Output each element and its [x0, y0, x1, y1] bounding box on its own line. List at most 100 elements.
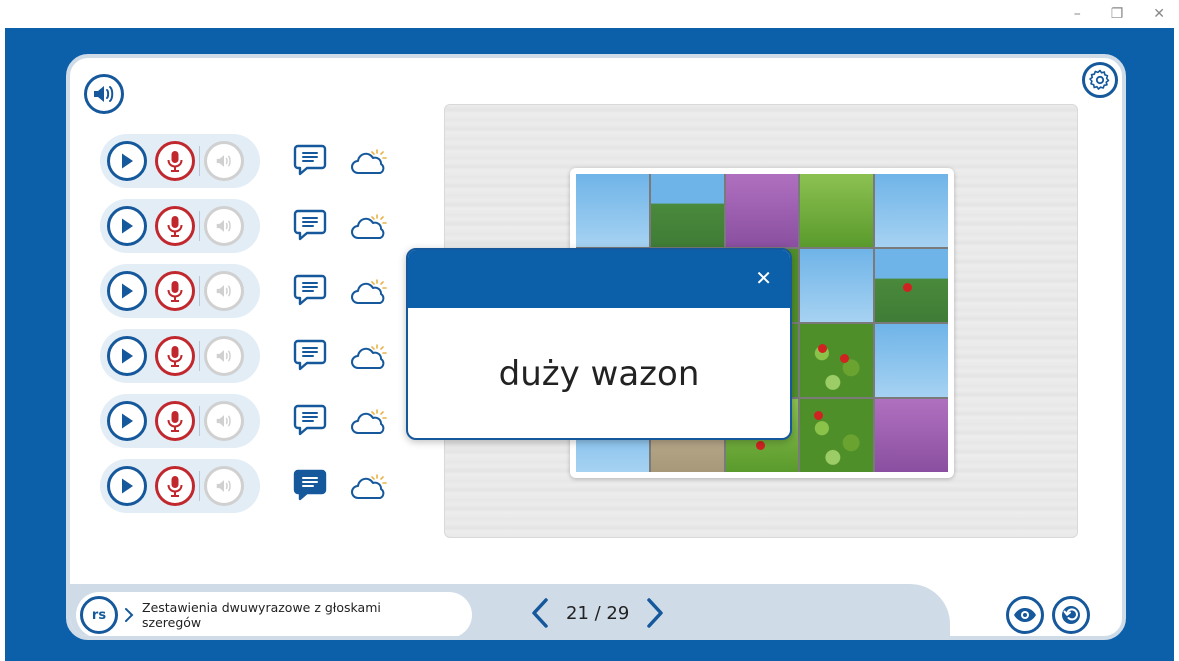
- play-button[interactable]: [107, 466, 147, 506]
- restore-button[interactable]: ❐: [1111, 6, 1124, 22]
- divider: [199, 471, 200, 501]
- show-text-button[interactable]: [290, 140, 330, 180]
- record-button[interactable]: [155, 271, 195, 311]
- hint-button[interactable]: [350, 142, 390, 182]
- apple: [903, 283, 913, 292]
- divider: [199, 276, 200, 306]
- playback-button[interactable]: [204, 466, 244, 506]
- hint-button[interactable]: [350, 467, 390, 507]
- cloud-sun-icon: [351, 149, 387, 174]
- window-controls: – ❐ ✕: [1074, 0, 1179, 28]
- exercise-rows: [100, 134, 440, 524]
- settings-button[interactable]: [1082, 62, 1118, 98]
- puzzle-tile[interactable]: [800, 324, 874, 397]
- audio-controls: [100, 264, 260, 318]
- preview-button[interactable]: [1006, 596, 1044, 634]
- show-text-button-active[interactable]: [290, 465, 330, 505]
- cloud-sun-icon: [351, 214, 387, 239]
- audio-controls: [100, 459, 260, 513]
- bottom-bar: rs Zestawienia dwuwyrazowe z głoskami sz…: [70, 584, 1122, 636]
- dialog-word: duży wazon: [498, 354, 700, 394]
- puzzle-tile[interactable]: [576, 174, 649, 247]
- microphone-icon: [167, 216, 183, 237]
- close-window-button[interactable]: ✕: [1153, 6, 1165, 22]
- show-text-button[interactable]: [290, 335, 330, 375]
- puzzle-tile[interactable]: [875, 399, 948, 472]
- divider: [199, 211, 200, 241]
- record-button[interactable]: [155, 401, 195, 441]
- topic-title: Zestawienia dwuwyrazowe z głoskami szere…: [142, 600, 381, 630]
- playback-button[interactable]: [204, 271, 244, 311]
- puzzle-tile[interactable]: [650, 174, 724, 247]
- speech-bubble-icon: [293, 404, 327, 436]
- chevron-right-icon: [125, 608, 134, 622]
- puzzle-tile[interactable]: [800, 399, 874, 472]
- microphone-icon: [167, 281, 183, 302]
- puzzle-tile[interactable]: [875, 324, 948, 397]
- minimize-button[interactable]: –: [1074, 6, 1081, 22]
- topic-selector[interactable]: rs Zestawienia dwuwyrazowe z głoskami sz…: [76, 592, 472, 636]
- speaker-icon: [216, 285, 231, 297]
- puzzle-tile[interactable]: [800, 249, 874, 322]
- play-button[interactable]: [107, 141, 147, 181]
- exercise-row: [100, 264, 440, 318]
- audio-controls: [100, 394, 260, 448]
- main-card: ✕ duży wazon rs Zestawienia dwuwyrazowe …: [66, 54, 1126, 640]
- hint-button[interactable]: [350, 402, 390, 442]
- record-button[interactable]: [155, 206, 195, 246]
- puzzle-tile[interactable]: [875, 174, 948, 247]
- microphone-icon: [167, 411, 183, 432]
- play-button[interactable]: [107, 206, 147, 246]
- cloud-sun-icon: [351, 409, 387, 434]
- hint-button[interactable]: [350, 272, 390, 312]
- record-button[interactable]: [155, 336, 195, 376]
- playback-button[interactable]: [204, 401, 244, 441]
- close-icon[interactable]: ✕: [755, 266, 772, 290]
- exercise-row: [100, 199, 440, 253]
- show-text-button[interactable]: [290, 270, 330, 310]
- page-indicator: 21 / 29: [566, 602, 630, 624]
- microphone-icon: [167, 476, 183, 497]
- puzzle-tile[interactable]: [725, 174, 799, 247]
- puzzle-tile[interactable]: [875, 249, 948, 322]
- speech-bubble-icon: [293, 144, 327, 176]
- speaker-icon: [216, 220, 231, 232]
- play-button[interactable]: [107, 336, 147, 376]
- show-text-button[interactable]: [290, 400, 330, 440]
- microphone-icon: [167, 151, 183, 172]
- reset-button[interactable]: [1052, 596, 1090, 634]
- speech-bubble-icon: [293, 339, 327, 371]
- eye-icon: [1014, 608, 1036, 622]
- hint-button[interactable]: [350, 337, 390, 377]
- speaker-icon: [94, 86, 114, 102]
- record-button[interactable]: [155, 466, 195, 506]
- play-button[interactable]: [107, 271, 147, 311]
- speech-bubble-icon: [293, 274, 327, 306]
- show-text-button[interactable]: [290, 205, 330, 245]
- previous-page-button[interactable]: [526, 594, 554, 632]
- undo-icon: [1062, 606, 1080, 624]
- playback-button[interactable]: [204, 336, 244, 376]
- play-button[interactable]: [107, 401, 147, 441]
- cloud-sun-icon: [351, 344, 387, 369]
- play-icon: [122, 153, 133, 169]
- play-icon: [122, 413, 133, 429]
- playback-button[interactable]: [204, 206, 244, 246]
- audio-controls: [100, 134, 260, 188]
- exercise-row: [100, 134, 440, 188]
- cloud-sun-icon: [351, 474, 387, 499]
- audio-controls: [100, 199, 260, 253]
- playback-button[interactable]: [204, 141, 244, 181]
- dialog-header: ✕: [408, 250, 790, 308]
- pagination: 21 / 29: [526, 594, 669, 632]
- apple: [755, 441, 765, 450]
- puzzle-tile[interactable]: [800, 174, 874, 247]
- next-page-button[interactable]: [641, 594, 669, 632]
- play-icon: [122, 348, 133, 364]
- gear-icon: [1089, 69, 1110, 90]
- record-button[interactable]: [155, 141, 195, 181]
- divider: [199, 406, 200, 436]
- divider: [199, 341, 200, 371]
- read-aloud-button[interactable]: [84, 74, 124, 114]
- hint-button[interactable]: [350, 207, 390, 247]
